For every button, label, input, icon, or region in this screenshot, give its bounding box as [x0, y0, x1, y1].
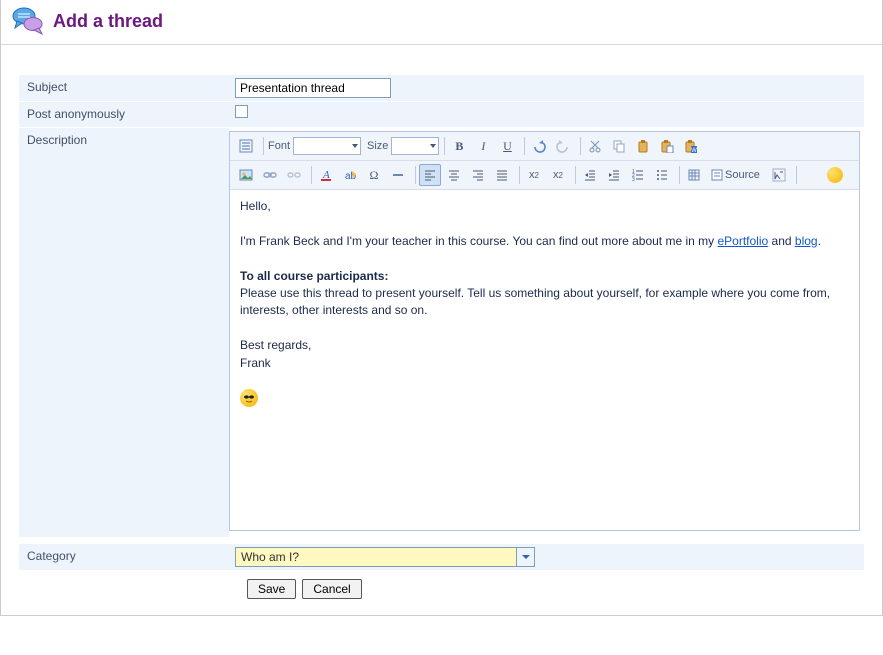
link-blog[interactable]: blog [795, 234, 818, 248]
align-center-button[interactable] [443, 164, 465, 186]
label-subject: Subject [19, 75, 229, 99]
save-button[interactable]: Save [247, 579, 296, 599]
align-left-button[interactable] [419, 164, 441, 186]
category-value: Who am I? [236, 550, 516, 564]
text-color-button[interactable]: A [315, 164, 337, 186]
label-description: Description [19, 128, 229, 537]
italic-button[interactable]: I [472, 135, 494, 157]
paste-text-button[interactable] [656, 135, 678, 157]
equation-button[interactable] [768, 164, 790, 186]
body-para2: Please use this thread to present yourse… [240, 285, 849, 320]
editor-body[interactable]: Hello, I'm Frank Beck and I'm your teach… [230, 190, 859, 530]
row-subject: Subject [19, 75, 864, 102]
label-anonymous: Post anonymously [19, 102, 229, 126]
source-button[interactable]: Source [707, 164, 766, 186]
paste-word-button[interactable]: W [680, 135, 702, 157]
body-bold-heading: To all course participants: [240, 268, 849, 285]
select-all-icon[interactable] [235, 135, 257, 157]
size-label: Size [367, 140, 388, 152]
align-right-button[interactable] [467, 164, 489, 186]
font-label: Font [268, 140, 290, 152]
outdent-button[interactable] [579, 164, 601, 186]
unlink-button[interactable] [283, 164, 305, 186]
footer-buttons: Save Cancel [19, 571, 864, 599]
row-category: Category Who am I? [19, 544, 864, 571]
thread-icon [11, 6, 45, 36]
hr-button[interactable] [387, 164, 409, 186]
symbol-button[interactable]: Ω [363, 164, 385, 186]
chevron-down-icon [516, 548, 534, 566]
table-button[interactable] [683, 164, 705, 186]
unordered-list-button[interactable] [651, 164, 673, 186]
indent-button[interactable] [603, 164, 625, 186]
svg-text:3: 3 [632, 177, 635, 182]
row-anonymous: Post anonymously [19, 102, 864, 128]
page-header: Add a thread [1, 0, 882, 45]
cut-button[interactable] [584, 135, 606, 157]
superscript-button[interactable]: x2 [547, 164, 569, 186]
form-area: Subject Post anonymously Description [1, 45, 882, 599]
page-container: Add a thread Subject Post anonymously De… [0, 0, 883, 616]
bold-button[interactable]: B [448, 135, 470, 157]
rich-text-editor: Font Size B I U [229, 131, 860, 531]
image-button[interactable] [235, 164, 257, 186]
bg-color-button[interactable]: ab [339, 164, 361, 186]
size-combo[interactable] [391, 137, 439, 155]
paste-button[interactable] [632, 135, 654, 157]
cool-emoji-icon [240, 389, 258, 407]
anonymous-checkbox[interactable] [235, 105, 248, 118]
cancel-button[interactable]: Cancel [302, 579, 361, 599]
row-description: Description Font Size [19, 128, 864, 538]
label-category: Category [19, 544, 229, 568]
underline-button[interactable]: U [496, 135, 518, 157]
svg-text:W: W [692, 148, 698, 153]
editor-toolbar-1: Font Size B I U [230, 132, 859, 161]
ordered-list-button[interactable]: 123 [627, 164, 649, 186]
body-regards2: Frank [240, 355, 849, 372]
link-eportfolio[interactable]: ePortfolio [717, 234, 768, 248]
subject-input[interactable] [235, 78, 391, 98]
svg-text:ab: ab [345, 171, 357, 182]
body-intro: I'm Frank Beck and I'm your teacher in t… [240, 233, 849, 250]
smiley-button[interactable] [824, 164, 846, 186]
body-greeting: Hello, [240, 198, 849, 215]
page-title: Add a thread [53, 11, 163, 32]
font-combo[interactable] [293, 137, 361, 155]
copy-button[interactable] [608, 135, 630, 157]
align-justify-button[interactable] [491, 164, 513, 186]
editor-toolbar-2: A ab Ω x2 x2 [230, 161, 859, 190]
body-regards1: Best regards, [240, 337, 849, 354]
link-button[interactable] [259, 164, 281, 186]
redo-button[interactable] [552, 135, 574, 157]
subscript-button[interactable]: x2 [523, 164, 545, 186]
category-select[interactable]: Who am I? [235, 547, 535, 567]
undo-button[interactable] [528, 135, 550, 157]
